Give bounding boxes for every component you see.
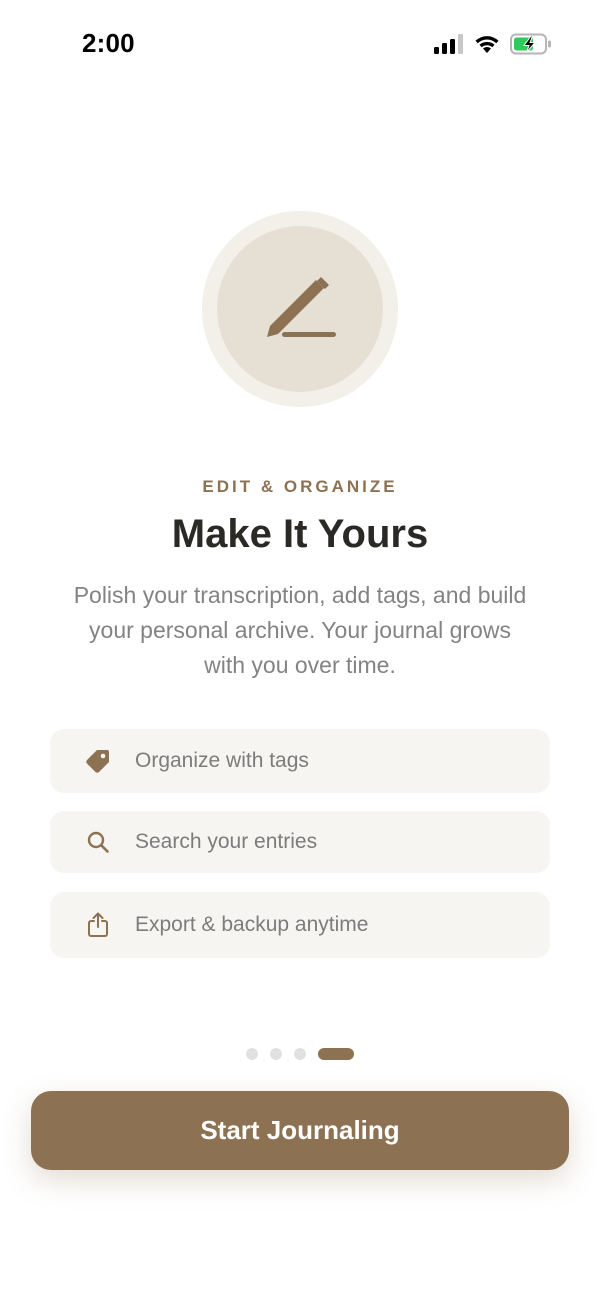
status-icons — [434, 33, 552, 55]
hero-icon-container — [202, 211, 398, 407]
battery-charging-icon — [510, 33, 552, 55]
feature-label: Organize with tags — [135, 749, 309, 772]
status-time: 2:00 — [82, 28, 135, 58]
pencil-icon — [262, 276, 338, 343]
feature-list: Organize with tags Search your entries E… — [50, 729, 550, 976]
eyebrow-label: EDIT & ORGANIZE — [202, 477, 398, 496]
hero-icon-circle — [217, 226, 383, 392]
feature-item-export: Export & backup anytime — [50, 892, 550, 958]
feature-label: Export & backup anytime — [135, 913, 369, 936]
share-icon — [84, 911, 112, 939]
onboarding-screen: 2:00 EDIT & ORGANIZE Make It Yours Polis… — [0, 0, 600, 1299]
feature-item-tags: Organize with tags — [50, 729, 550, 793]
page-description: Polish your transcription, add tags, and… — [73, 582, 527, 678]
page-dot-4-active[interactable] — [318, 1048, 354, 1060]
status-bar: 2:00 — [0, 0, 600, 90]
feature-label: Search your entries — [135, 830, 318, 853]
wifi-icon — [474, 34, 500, 54]
page-dot-2[interactable] — [270, 1048, 282, 1060]
tag-icon — [84, 747, 112, 775]
page-indicator — [0, 1048, 600, 1060]
cellular-signal-icon — [434, 34, 464, 54]
feature-item-search: Search your entries — [50, 811, 550, 873]
page-dot-1[interactable] — [246, 1048, 258, 1060]
page-title: Make It Yours — [171, 512, 429, 556]
page-dot-3[interactable] — [294, 1048, 306, 1060]
start-journaling-button[interactable]: Start Journaling — [31, 1091, 569, 1170]
search-icon — [84, 828, 112, 856]
